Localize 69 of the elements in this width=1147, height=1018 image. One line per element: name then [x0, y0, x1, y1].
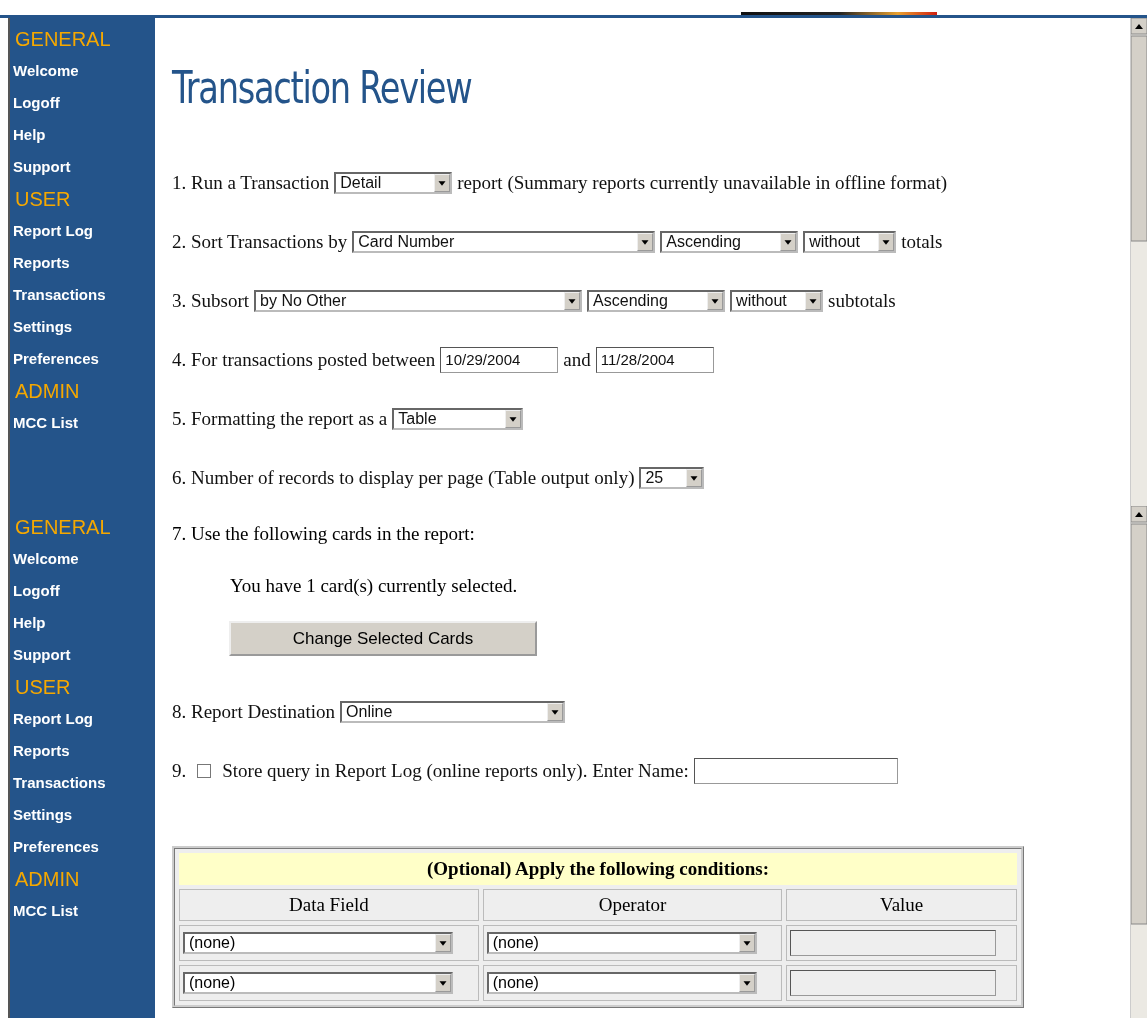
dropdown[interactable]: without	[730, 289, 824, 312]
change-cards-button[interactable]: Change Selected Cards	[229, 621, 537, 656]
menu-link[interactable]: Support	[13, 643, 71, 675]
form-label: 5. Formatting the report as a	[172, 407, 388, 430]
dropdown[interactable]: Detail	[334, 171, 453, 194]
menu-heading: ADMIN	[14, 379, 81, 404]
menu-link[interactable]: Logoff	[13, 91, 60, 123]
menu-link[interactable]: Reports	[13, 251, 70, 283]
form-label: Store query in Report Log (online reports only). Enter Name:	[222, 759, 689, 782]
dropdown[interactable]: Online	[340, 700, 566, 723]
name-field[interactable]	[693, 757, 898, 784]
menu-link[interactable]: Transactions	[13, 771, 106, 803]
column-header: Data Field	[179, 889, 479, 921]
dropdown[interactable]: (none)	[183, 972, 453, 994]
date-field[interactable]: 11/28/2004	[595, 346, 714, 373]
form-label: report (Summary reports currently unavailable in offline format)	[457, 171, 948, 194]
form-label: 4. For transactions posted between	[172, 348, 436, 371]
menu-heading: GENERAL	[14, 27, 112, 52]
menu-heading: GENERAL	[14, 515, 112, 540]
dropdown[interactable]: Table	[392, 407, 524, 430]
menu-link[interactable]: Help	[13, 123, 46, 155]
form-label: 3. Subsort	[172, 289, 250, 312]
form-label: totals	[901, 230, 943, 253]
value-field[interactable]	[790, 930, 997, 956]
form-label: subtotals	[828, 289, 896, 312]
form-label: 1. Run a Transaction	[172, 171, 330, 194]
form-label: 8. Report Destination	[172, 700, 336, 723]
dropdown[interactable]: Ascending	[587, 289, 726, 312]
date-field[interactable]: 10/29/2004	[440, 346, 559, 373]
menu-link[interactable]: Settings	[13, 315, 73, 347]
form-label: and	[563, 348, 591, 371]
checkbox[interactable]	[197, 763, 212, 778]
scrollbar[interactable]	[1131, 18, 1147, 506]
menu-link[interactable]: Help	[13, 611, 46, 643]
menu-link[interactable]: Logoff	[13, 579, 60, 611]
menu-link[interactable]: Preferences	[13, 835, 99, 867]
dropdown[interactable]: (none)	[183, 932, 453, 954]
menu-link[interactable]: Welcome	[13, 59, 79, 91]
menu-heading: USER	[14, 187, 72, 212]
dropdown[interactable]: (none)	[486, 972, 757, 994]
menu-link[interactable]: Settings	[13, 803, 73, 835]
dropdown[interactable]: Ascending	[660, 230, 799, 253]
selection-note: You have 1 card(s) currently selected.	[230, 575, 518, 597]
form-label: 2. Sort Transactions by	[172, 230, 348, 253]
column-header: Value	[786, 889, 1017, 921]
table-title: (Optional) Apply the following conditions:	[179, 853, 1017, 885]
column-header: Operator	[482, 889, 783, 921]
menu-link[interactable]: Report Log	[13, 707, 93, 739]
dropdown[interactable]: without	[803, 230, 897, 253]
value-field[interactable]	[790, 970, 997, 996]
page-title: Transaction Review	[172, 62, 472, 113]
menu-link[interactable]: MCC List	[13, 899, 78, 931]
form-label: 7. Use the following cards in the report:	[172, 523, 475, 545]
scrollbar[interactable]	[1131, 506, 1147, 1018]
menu-link[interactable]: Reports	[13, 739, 70, 771]
dropdown[interactable]: Card Number	[352, 230, 656, 253]
menu-link[interactable]: Preferences	[13, 347, 99, 379]
menu-link[interactable]: Report Log	[13, 219, 93, 251]
menu-link[interactable]: Transactions	[13, 283, 106, 315]
dropdown[interactable]: by No Other	[254, 289, 583, 312]
dropdown[interactable]: 25	[639, 466, 705, 489]
dropdown[interactable]: (none)	[486, 932, 757, 954]
menu-link[interactable]: Welcome	[13, 547, 79, 579]
menu-link[interactable]: MCC List	[13, 411, 78, 443]
menu-link[interactable]: Support	[13, 155, 71, 187]
form-label: 6. Number of records to display per page (Table output only)	[172, 466, 635, 489]
menu-heading: ADMIN	[14, 867, 81, 892]
step-number: 9.	[172, 759, 187, 782]
menu-heading: USER	[14, 675, 72, 700]
